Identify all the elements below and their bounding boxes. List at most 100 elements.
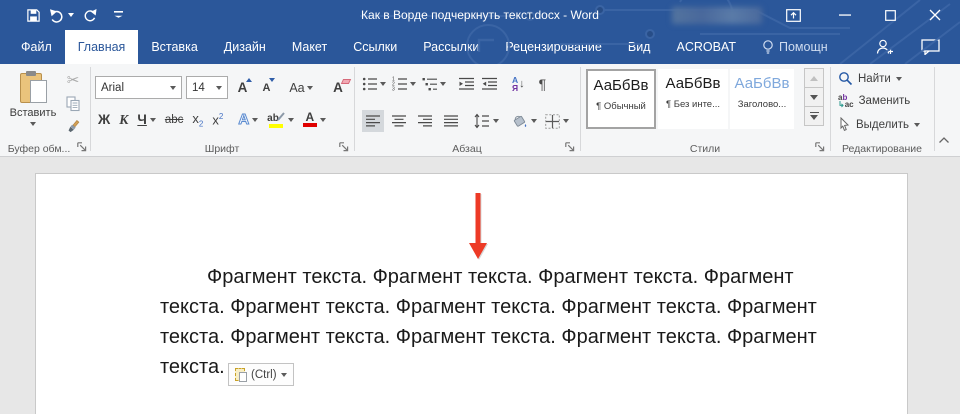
document-page[interactable]: Фрагмент текста. Фрагмент текста. Фрагме…	[35, 173, 908, 414]
find-button[interactable]: Найти	[838, 71, 902, 86]
font-name-combobox[interactable]: Arial	[95, 76, 182, 99]
maximize-button[interactable]	[876, 0, 904, 30]
styles-scroll-up-button[interactable]	[804, 68, 824, 88]
increase-indent-button[interactable]	[481, 76, 498, 92]
copy-icon	[66, 96, 81, 112]
change-case-caret	[307, 86, 313, 90]
tab-acrobat[interactable]: ACROBAT	[663, 30, 749, 64]
replace-button[interactable]: ab ↳ac Заменить	[838, 94, 910, 108]
text-effects-button[interactable]: А	[238, 111, 258, 128]
grow-font-button[interactable]: А	[232, 77, 253, 99]
qat-customize-button[interactable]	[108, 0, 128, 30]
tab-home[interactable]: Главная	[65, 30, 139, 64]
font-dialog-launcher[interactable]	[338, 141, 350, 153]
subscript-button[interactable]: x2	[192, 111, 203, 129]
paragraph-dialog-launcher[interactable]	[564, 141, 576, 153]
tabrow-right-icons	[875, 30, 960, 64]
line-spacing-caret[interactable]	[493, 119, 499, 123]
text-effects-caret[interactable]	[252, 118, 258, 122]
numbered-list-caret[interactable]	[410, 82, 416, 86]
clear-formatting-button[interactable]: А	[326, 77, 350, 99]
multilevel-list-button[interactable]	[422, 76, 446, 92]
align-right-button[interactable]	[414, 110, 436, 132]
line-spacing-button[interactable]	[474, 113, 499, 129]
text-line: Фрагмент текста. Фрагмент текста. Фрагме…	[160, 262, 817, 292]
highlight-caret[interactable]	[288, 118, 294, 122]
paste-options-caret[interactable]	[281, 373, 287, 377]
undo-button[interactable]	[48, 0, 74, 30]
shrink-font-button[interactable]: А	[257, 77, 276, 99]
shading-caret[interactable]	[531, 119, 537, 123]
ribbon-display-options-button[interactable]	[779, 0, 807, 30]
font-size-combobox[interactable]: 14	[186, 76, 228, 99]
font-color-button[interactable]: А	[303, 112, 326, 127]
borders-button[interactable]	[545, 114, 569, 129]
format-painter-button[interactable]	[62, 117, 84, 137]
tab-file[interactable]: Файл	[8, 30, 65, 64]
highlight-color-button[interactable]: ab	[267, 112, 294, 128]
undo-icon	[49, 8, 66, 23]
clipboard-dialog-launcher[interactable]	[76, 141, 88, 153]
font-size-caret	[216, 86, 222, 90]
select-caret[interactable]	[914, 123, 920, 127]
title-bar: Как в Ворде подчеркнуть текст.docx - Wor…	[0, 0, 960, 30]
change-case-button[interactable]: Aa	[286, 77, 316, 99]
group-paragraph: 123	[354, 64, 580, 156]
collapse-ribbon-button[interactable]	[938, 136, 954, 150]
tab-mailings[interactable]: Рассылки	[410, 30, 492, 64]
tab-review[interactable]: Рецензирование	[492, 30, 615, 64]
styles-dialog-launcher[interactable]	[814, 141, 826, 153]
paste-options-button[interactable]: (Ctrl)	[228, 363, 294, 386]
bullet-list-button[interactable]	[362, 76, 386, 92]
align-left-button[interactable]	[362, 110, 384, 132]
justify-button[interactable]	[440, 110, 462, 132]
font-name-caret	[170, 86, 176, 90]
replace-icon: ab ↳ac	[838, 94, 854, 108]
numbered-list-button[interactable]: 123	[392, 76, 416, 92]
bold-button[interactable]: Ж	[98, 112, 110, 127]
comments-button[interactable]	[921, 39, 940, 55]
show-paragraph-marks-button[interactable]: ¶	[539, 76, 547, 92]
paste-button[interactable]: Вставить	[6, 67, 60, 143]
close-button[interactable]	[921, 0, 949, 30]
bullet-list-caret[interactable]	[380, 82, 386, 86]
copy-button[interactable]	[62, 94, 84, 114]
borders-caret[interactable]	[563, 119, 569, 123]
minimize-button[interactable]	[831, 0, 859, 30]
tab-references[interactable]: Ссылки	[340, 30, 410, 64]
cut-button[interactable]: ✂	[62, 70, 84, 90]
shading-button[interactable]	[511, 113, 537, 129]
sort-button[interactable]: А Я ↓	[512, 76, 525, 92]
tab-design[interactable]: Дизайн	[211, 30, 279, 64]
svg-text:3: 3	[392, 87, 395, 92]
align-center-button[interactable]	[388, 110, 410, 132]
tab-tell-me-label: Помощн	[779, 40, 828, 54]
share-button[interactable]	[875, 38, 895, 56]
tab-tell-me[interactable]: Помощн	[749, 30, 841, 64]
style-heading[interactable]: АаБбВв Заголово...	[730, 69, 794, 129]
undo-dropdown-caret[interactable]	[68, 13, 74, 17]
superscript-button[interactable]: x2	[212, 112, 223, 127]
italic-button[interactable]: К	[119, 112, 128, 128]
underline-caret[interactable]	[150, 118, 156, 122]
tab-layout[interactable]: Макет	[279, 30, 340, 64]
paste-label: Вставить	[10, 107, 57, 119]
select-button[interactable]: Выделить	[838, 117, 920, 132]
scissors-icon: ✂	[67, 71, 80, 89]
highlight-icon: ab	[267, 112, 285, 128]
style-no-spacing[interactable]: АаБбВв ¶ Без инте...	[658, 69, 728, 129]
tab-insert[interactable]: Вставка	[138, 30, 210, 64]
strikethrough-button[interactable]: abc	[165, 114, 184, 126]
scroll-up-icon	[810, 76, 818, 81]
redo-button[interactable]	[78, 0, 100, 30]
underline-button[interactable]: Ч	[137, 112, 156, 127]
styles-scroll-down-button[interactable]	[804, 87, 824, 107]
decrease-indent-button[interactable]	[458, 76, 475, 92]
find-caret[interactable]	[896, 77, 902, 81]
multilevel-list-caret[interactable]	[440, 82, 446, 86]
save-button[interactable]	[22, 0, 44, 30]
tab-view[interactable]: Вид	[615, 30, 664, 64]
styles-more-button[interactable]	[804, 106, 824, 126]
style-normal[interactable]: АаБбВв ¶ Обычный	[586, 69, 656, 129]
font-color-caret[interactable]	[320, 118, 326, 122]
